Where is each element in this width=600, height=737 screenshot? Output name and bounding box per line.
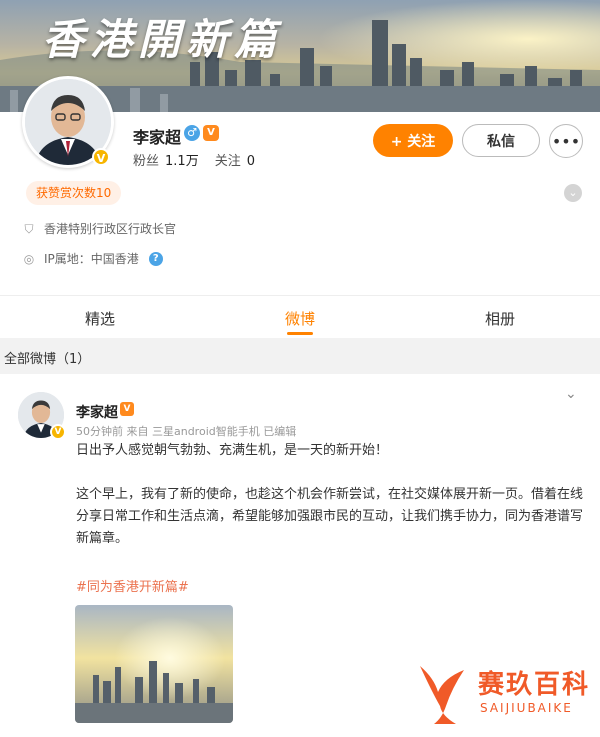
- cover-title: 香港開新篇: [42, 15, 283, 64]
- post-member-level-icon: V: [120, 402, 134, 416]
- watermark-name: 赛玖百科: [478, 670, 591, 700]
- following-count[interactable]: 0: [247, 154, 255, 169]
- title-info-text: 香港特别行政区行政长官: [44, 222, 177, 236]
- followers-count[interactable]: 1.1万: [165, 154, 199, 169]
- active-tab-indicator: [287, 332, 313, 335]
- all-posts-label[interactable]: 全部微博（1）: [4, 348, 90, 367]
- ip-info-row: ◎ IP属地：中国香港 ?: [22, 250, 163, 267]
- post-paragraph-1: 日出予人感觉朝气勃勃、充满生机，是一天的新开始！: [76, 443, 389, 458]
- more-dots-icon: •••: [551, 131, 581, 151]
- likes-badge: 获赞赏次数10: [26, 181, 122, 205]
- post-verified-badge-icon: V: [50, 424, 66, 440]
- profile-stats: 粉丝 1.1万 关注 0: [133, 150, 271, 169]
- post-paragraph-2: 这个早上，我有了新的使命，也趁这个机会作新尝试，在社交媒体展开新一页。借着在线分…: [76, 487, 584, 546]
- more-button[interactable]: •••: [549, 124, 583, 158]
- followers-label: 粉丝: [133, 154, 160, 169]
- post-hashtag[interactable]: #同为香港开新篇#: [76, 576, 189, 595]
- shield-icon: ⛉: [24, 221, 34, 236]
- tab-album[interactable]: 相册: [485, 308, 515, 329]
- ip-info-text: IP属地：中国香港: [44, 252, 139, 266]
- tab-featured[interactable]: 精选: [85, 308, 115, 329]
- following-label: 关注: [214, 154, 241, 169]
- post-meta: 50分钟前 来自 三星android智能手机 已编辑: [76, 425, 297, 438]
- message-button[interactable]: 私信: [462, 124, 540, 157]
- title-info-row: ⛉ 香港特别行政区行政长官: [22, 220, 176, 237]
- post-author-name[interactable]: 李家超: [76, 402, 118, 422]
- watermark-subtitle: SAIJIUBAIKE: [480, 701, 573, 715]
- verified-badge-icon: V: [92, 148, 110, 166]
- post-image-skyline: [75, 605, 233, 723]
- tabs-divider: [0, 295, 600, 296]
- ip-location-icon: ◎: [23, 251, 35, 266]
- follow-button[interactable]: + 关注: [373, 124, 453, 157]
- tab-weibo[interactable]: 微博: [285, 308, 315, 329]
- chevron-down-icon[interactable]: ⌄: [564, 184, 582, 202]
- post-chevron-down-icon[interactable]: ⌄: [565, 386, 577, 402]
- help-icon[interactable]: ?: [148, 251, 163, 266]
- member-level-icon: V: [203, 125, 219, 141]
- post-image[interactable]: [75, 605, 233, 723]
- profile-name: 李家超: [133, 128, 182, 147]
- male-icon: ♂: [184, 125, 200, 141]
